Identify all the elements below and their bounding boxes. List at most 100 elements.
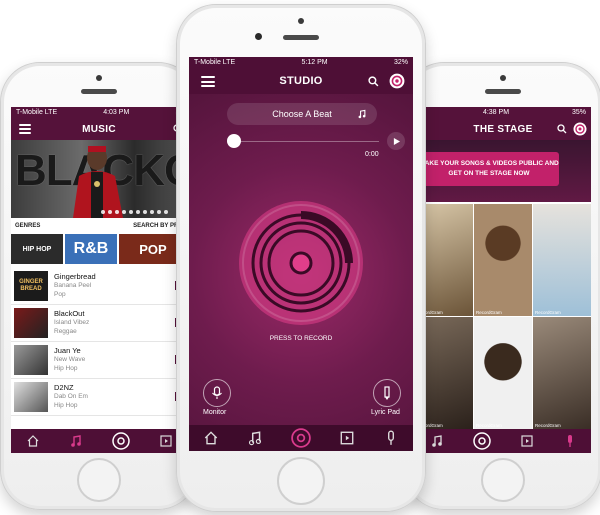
song-title: Gingerbread (54, 272, 96, 281)
album-art (14, 344, 48, 375)
genre-tile-rnb[interactable]: R&B (65, 234, 117, 264)
song-artist: Dab On Em (54, 393, 88, 400)
song-title: Juan Ye (54, 346, 81, 355)
music-note-icon (358, 109, 366, 119)
time-readout: 0:00 (365, 151, 379, 158)
search-icon[interactable] (368, 76, 379, 87)
microphone-icon[interactable] (383, 430, 399, 446)
status-bar: 4:38 PM 35% (415, 107, 591, 118)
album-art (14, 307, 48, 338)
genres-label: GENRES (15, 223, 41, 229)
bottom-nav (11, 429, 187, 453)
video-thumbnail[interactable]: RecordGram (474, 317, 532, 429)
page-title: STUDIO (279, 75, 323, 87)
press-to-record-label: PRESS TO RECORD (269, 335, 333, 342)
menu-icon[interactable] (19, 124, 31, 134)
right-screen: 4:38 PM 35% THE STAGE MAKE YOUR SONGS & … (415, 107, 591, 453)
app-bar: THE STAGE (415, 118, 591, 140)
beat-progress-knob[interactable] (227, 134, 241, 148)
promo-line-1: MAKE YOUR SONGS & VIDEOS PUBLIC AND (419, 160, 559, 167)
carousel-dots[interactable] (101, 210, 168, 214)
home-button[interactable] (481, 458, 525, 502)
camera-lens (255, 33, 262, 40)
earpiece (283, 35, 319, 40)
bottom-nav (415, 429, 591, 453)
microphone-icon[interactable] (563, 434, 577, 448)
record-gram-logo-icon[interactable] (389, 73, 405, 89)
status-bar: T-Mobile LTE 5:12 PM 32% (189, 57, 413, 68)
search-icon[interactable] (557, 124, 567, 134)
monitor-button[interactable] (203, 379, 231, 407)
video-grid: RecordGram RecordGram RecordGram RecordG… (415, 204, 591, 429)
home-button[interactable] (77, 458, 121, 502)
carrier-label: T-Mobile LTE (194, 59, 236, 66)
front-camera (298, 18, 304, 24)
song-genre: Pop (54, 291, 66, 298)
music-note-icon[interactable] (247, 430, 263, 446)
home-icon[interactable] (203, 430, 219, 446)
music-note-icon[interactable] (69, 434, 83, 448)
status-bar: T-Mobile LTE 4:03 PM ▭ (11, 107, 187, 118)
earpiece (485, 89, 521, 94)
time-label: 4:03 PM (103, 109, 130, 116)
right-phone: 4:38 PM 35% THE STAGE MAKE YOUR SONGS & … (404, 62, 600, 510)
monitor-label: Monitor (203, 409, 227, 416)
promo-area: MAKE YOUR SONGS & VIDEOS PUBLIC AND GET … (415, 140, 591, 202)
record-icon[interactable] (291, 428, 311, 448)
featured-banner[interactable]: BLACKOUT (11, 140, 187, 218)
song-title: BlackOut (54, 309, 85, 318)
music-note-icon[interactable] (430, 434, 444, 448)
battery-label: 35% (571, 109, 586, 116)
center-screen: T-Mobile LTE 5:12 PM 32% STUDIO Choose A… (189, 57, 413, 451)
genre-tiles: HIP HOP R&B POP (11, 234, 187, 264)
record-gram-logo-icon[interactable] (573, 122, 587, 136)
video-thumbnail[interactable]: RecordGram (533, 317, 591, 429)
song-genre: Reggae (54, 328, 77, 335)
earpiece (81, 89, 117, 94)
lyric-pad-label: Lyric Pad (371, 409, 400, 416)
artist-photo (73, 146, 123, 218)
video-thumbnail[interactable]: RecordGram (474, 204, 532, 316)
video-thumbnail[interactable]: RecordGram (533, 204, 591, 316)
microphone-icon (212, 386, 222, 399)
beat-progress-track[interactable] (233, 141, 379, 142)
app-bar: MUSIC (11, 118, 187, 140)
play-button[interactable] (387, 132, 405, 150)
left-phone: T-Mobile LTE 4:03 PM ▭ MUSIC BLACKOUT (0, 62, 198, 510)
choose-beat-label: Choose A Beat (272, 109, 332, 119)
front-camera (500, 75, 506, 81)
album-art: GINGER BREAD (14, 270, 48, 301)
song-genre: Hip Hop (54, 402, 78, 409)
song-row[interactable]: GINGER BREAD Gingerbread Banana Peel Pop (11, 267, 187, 305)
app-bar: STUDIO (189, 68, 413, 94)
lyric-pad-button[interactable] (373, 379, 401, 407)
play-icon (393, 137, 400, 145)
song-title: D2NZ (54, 383, 74, 392)
front-camera (96, 75, 102, 81)
video-icon[interactable] (159, 434, 173, 448)
album-art (14, 381, 48, 412)
home-icon[interactable] (26, 434, 40, 448)
page-title: MUSIC (82, 123, 116, 135)
battery-label: 32% (393, 59, 408, 66)
record-icon[interactable] (472, 432, 491, 450)
song-artist: Banana Peel (54, 282, 92, 289)
record-button[interactable] (237, 199, 365, 327)
choose-beat-button[interactable]: Choose A Beat (227, 103, 377, 125)
promo-line-2: GET ON THE STAGE NOW (448, 170, 530, 177)
menu-icon[interactable] (201, 76, 215, 87)
home-button[interactable] (277, 457, 325, 505)
time-label: 4:38 PM (482, 109, 510, 116)
song-genre: Hip Hop (54, 365, 78, 372)
song-row[interactable]: D2NZ Dab On Em Hip Hop (11, 378, 187, 416)
left-screen: T-Mobile LTE 4:03 PM ▭ MUSIC BLACKOUT (11, 107, 187, 453)
video-icon[interactable] (520, 434, 534, 448)
genre-tile-hip-hop[interactable]: HIP HOP (11, 234, 63, 264)
video-icon[interactable] (339, 430, 355, 446)
song-row[interactable]: Juan Ye New Wave Hip Hop 63 (11, 341, 187, 379)
promo-banner[interactable]: MAKE YOUR SONGS & VIDEOS PUBLIC AND GET … (419, 152, 559, 186)
record-icon[interactable] (111, 432, 130, 450)
genres-header: GENRES SEARCH BY PRO (11, 220, 187, 232)
song-artist: Island Vibez (54, 319, 90, 326)
song-row[interactable]: BlackOut Island Vibez Reggae (11, 304, 187, 342)
